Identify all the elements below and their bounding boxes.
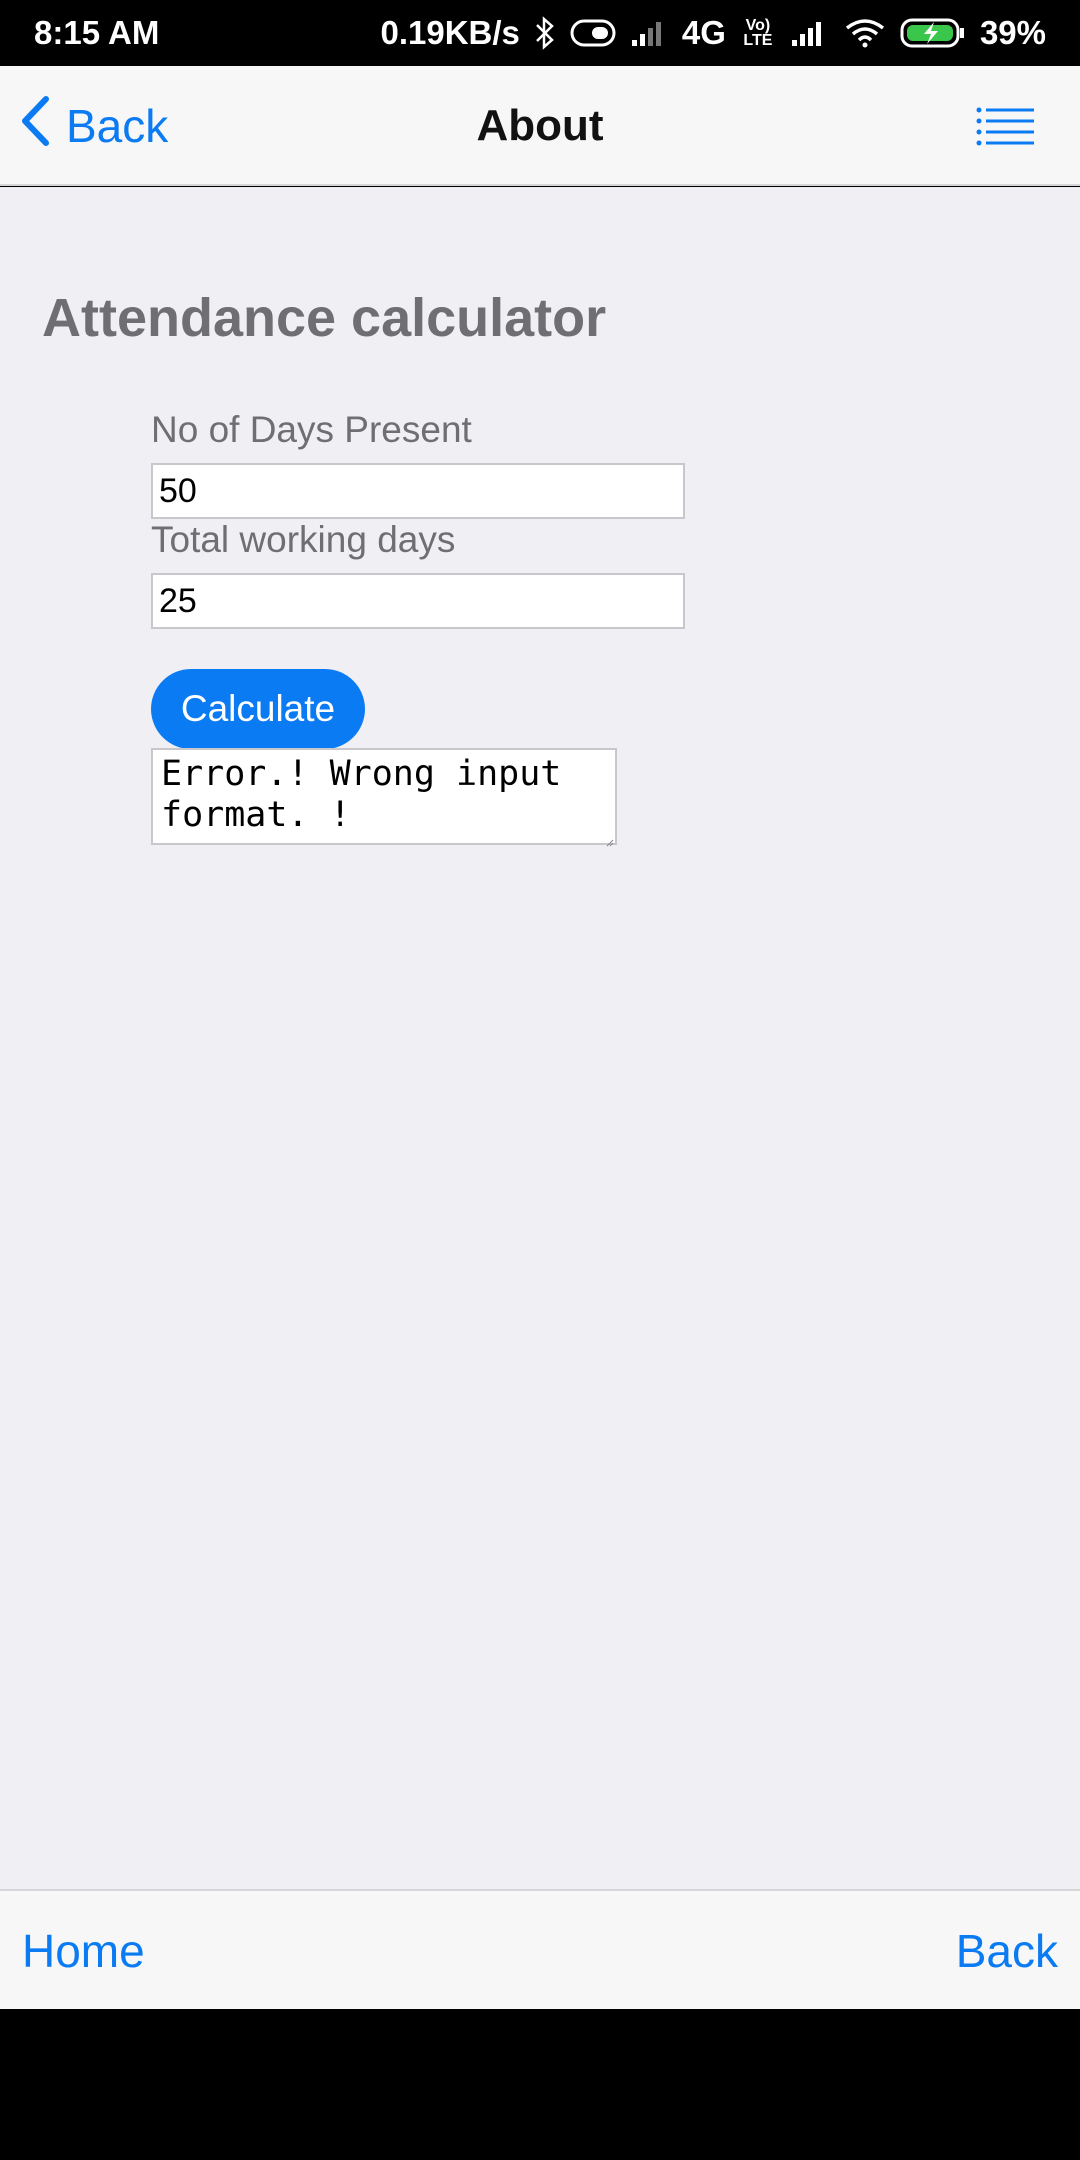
signal-icon (790, 18, 830, 48)
battery-level: 39% (979, 14, 1046, 51)
signal-icon (630, 18, 668, 48)
network-type: 4G (681, 14, 726, 51)
network-speed: 0.19KB/s (380, 14, 520, 51)
result-textarea[interactable]: Error.! Wrong input format. ! (151, 748, 617, 845)
working-days-label: Total working days (151, 519, 456, 560)
system-navigation-area (0, 2009, 1080, 2160)
list-menu-icon[interactable] (976, 106, 1036, 146)
bottom-toolbar: Home Back (0, 1889, 1080, 2009)
home-link[interactable]: Home (22, 1921, 145, 1981)
bottom-back-link[interactable]: Back (956, 1921, 1058, 1981)
wifi-icon (844, 18, 886, 48)
working-days-input[interactable] (151, 573, 685, 629)
calculate-button[interactable]: Calculate (151, 669, 365, 749)
status-time: 8:15 AM (34, 14, 160, 51)
bluetooth-icon (534, 16, 556, 50)
toggle-icon (570, 18, 616, 48)
days-present-label: No of Days Present (151, 409, 472, 450)
status-indicators: 0.19KB/s 4G Vo) LTE 39% (380, 14, 1046, 52)
navigation-bar: Back About (0, 66, 1080, 186)
calculator-heading: Attendance calculator (42, 288, 607, 348)
days-present-input[interactable] (151, 463, 685, 519)
page-title: About (476, 101, 604, 150)
status-bar: 8:15 AM 0.19KB/s 4G Vo) LTE 39% (0, 0, 1080, 66)
volte-icon: Vo) LTE (743, 17, 773, 49)
battery-charging-icon (900, 17, 966, 49)
resize-grip-icon[interactable] (606, 834, 614, 847)
main-content: Attendance calculator No of Days Present… (0, 187, 1080, 1889)
